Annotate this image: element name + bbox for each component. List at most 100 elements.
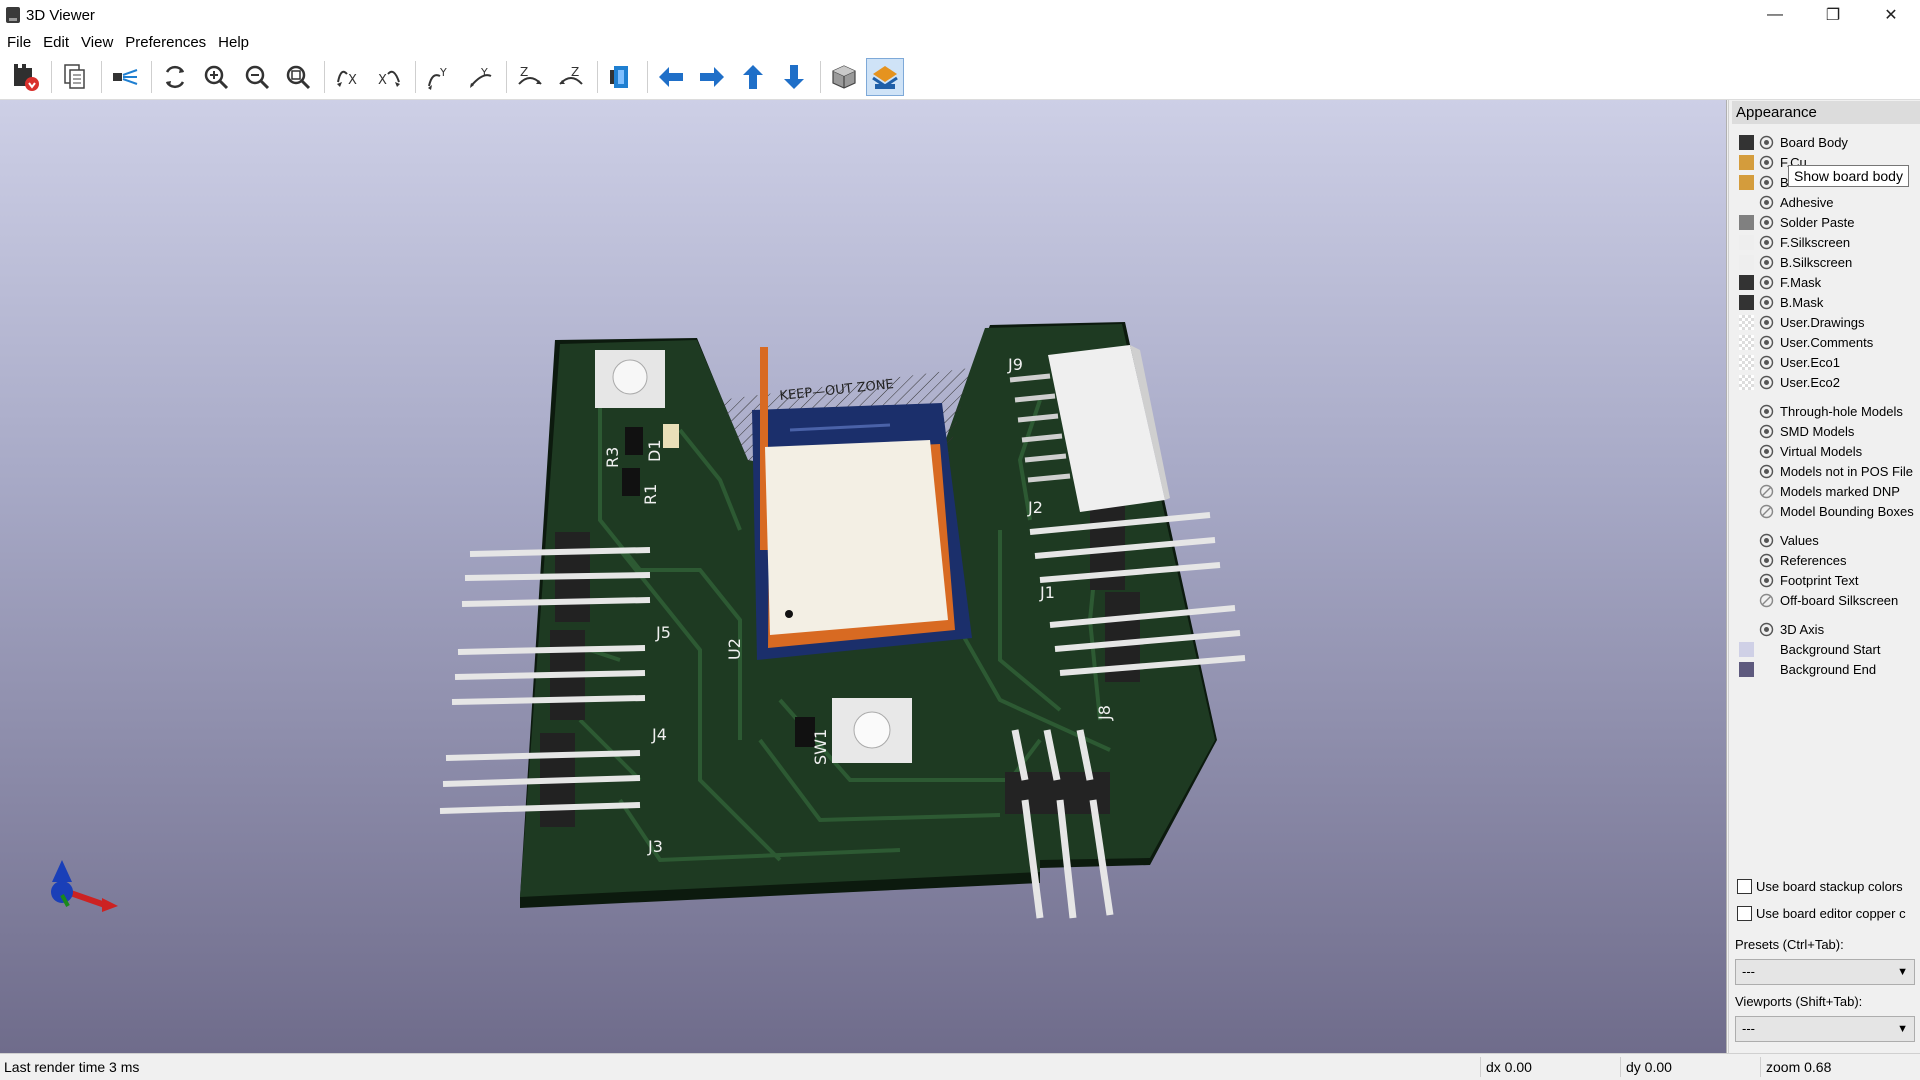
color-swatch[interactable] <box>1739 641 1754 657</box>
menu-view[interactable]: View <box>81 34 113 51</box>
color-swatch[interactable] <box>1739 195 1754 210</box>
text-values[interactable]: Values <box>1739 530 1819 550</box>
eye-icon[interactable] <box>1759 355 1774 370</box>
eye-icon[interactable] <box>1759 155 1774 170</box>
pan-right-icon[interactable] <box>693 58 731 96</box>
eye-icon[interactable] <box>1759 533 1774 548</box>
background-start[interactable]: Background Start <box>1739 639 1880 659</box>
zoom-in-icon[interactable] <box>197 58 235 96</box>
color-swatch[interactable] <box>1739 661 1754 677</box>
layer-user-comments[interactable]: User.Comments <box>1739 332 1873 352</box>
layer-solder-paste[interactable]: Solder Paste <box>1739 212 1854 232</box>
menu-preferences[interactable]: Preferences <box>125 34 206 51</box>
layer-b-mask[interactable]: B.Mask <box>1739 292 1823 312</box>
zoom-fit-icon[interactable] <box>279 58 317 96</box>
eye-icon[interactable] <box>1759 375 1774 390</box>
zoom-out-icon[interactable] <box>238 58 276 96</box>
eye-icon[interactable] <box>1759 315 1774 330</box>
color-swatch[interactable] <box>1739 354 1754 370</box>
layer-user-eco2[interactable]: User.Eco2 <box>1739 372 1840 392</box>
pan-left-icon[interactable] <box>652 58 690 96</box>
rotate-x-ccw-icon[interactable]: X <box>370 58 408 96</box>
color-swatch[interactable] <box>1739 294 1754 310</box>
checkbox[interactable] <box>1737 905 1752 921</box>
copy-image-icon[interactable] <box>56 58 94 96</box>
color-swatch[interactable] <box>1739 374 1754 390</box>
rotate-z-cw-icon[interactable]: Z <box>511 58 549 96</box>
eye-icon[interactable] <box>1759 444 1774 459</box>
layer-user-drawings[interactable]: User.Drawings <box>1739 312 1865 332</box>
menu-edit[interactable]: Edit <box>43 34 69 51</box>
viewports-select[interactable]: --- ▼ <box>1735 1016 1915 1042</box>
eye-icon[interactable] <box>1759 573 1774 588</box>
flip-board-icon[interactable] <box>602 58 640 96</box>
eye-icon[interactable] <box>1759 255 1774 270</box>
eye-off-icon[interactable] <box>1759 504 1774 519</box>
layer-adhesive[interactable]: Adhesive <box>1739 192 1833 212</box>
eye-off-icon[interactable] <box>1759 593 1774 608</box>
models-not-in-pos[interactable]: Models not in POS File <box>1739 461 1913 481</box>
eye-icon[interactable] <box>1759 135 1774 150</box>
3d-viewport[interactable]: KEEP—OUT ZONE R3 D1 R1 J5 J4 J3 U2 SW1 J… <box>0 100 1727 1053</box>
layer-user-eco1[interactable]: User.Eco1 <box>1739 352 1840 372</box>
layer-b-silkscreen[interactable]: B.Silkscreen <box>1739 252 1852 272</box>
color-swatch[interactable] <box>1739 214 1754 230</box>
text-footprint[interactable]: Footprint Text <box>1739 570 1859 590</box>
presets-select[interactable]: --- ▼ <box>1735 959 1915 985</box>
viewports-value: --- <box>1742 1021 1755 1036</box>
checkbox[interactable] <box>1737 878 1752 894</box>
color-swatch[interactable] <box>1739 254 1754 270</box>
use-editor-copper[interactable]: Use board editor copper c <box>1737 903 1906 923</box>
eye-icon[interactable] <box>1759 295 1774 310</box>
use-stackup-colors[interactable]: Use board stackup colors <box>1737 876 1903 896</box>
models-virtual[interactable]: Virtual Models <box>1739 441 1862 461</box>
eye-icon[interactable] <box>1759 424 1774 439</box>
text-references[interactable]: References <box>1739 550 1846 570</box>
layer-3d-axis[interactable]: 3D Axis <box>1739 619 1824 639</box>
color-swatch[interactable] <box>1739 234 1754 250</box>
color-swatch[interactable] <box>1739 174 1754 190</box>
toggle-ortho-icon[interactable] <box>825 58 863 96</box>
menu-help[interactable]: Help <box>218 34 249 51</box>
layers-manager-icon[interactable] <box>866 57 904 96</box>
close-button[interactable]: ✕ <box>1862 0 1920 30</box>
eye-icon[interactable] <box>1759 404 1774 419</box>
rotate-y-ccw-icon[interactable]: Y <box>461 58 499 96</box>
color-swatch[interactable] <box>1739 134 1754 150</box>
color-swatch[interactable] <box>1739 334 1754 350</box>
rotate-x-cw-icon[interactable]: X <box>329 58 367 96</box>
color-swatch[interactable] <box>1739 274 1754 290</box>
eye-icon[interactable] <box>1759 335 1774 350</box>
color-swatch[interactable] <box>1739 314 1754 330</box>
eye-icon[interactable] <box>1759 622 1774 637</box>
text-offboard-silk[interactable]: Off-board Silkscreen <box>1739 590 1898 610</box>
layer-board-body[interactable]: Board Body <box>1739 132 1848 152</box>
eye-off-icon[interactable] <box>1759 484 1774 499</box>
layer-f-mask[interactable]: F.Mask <box>1739 272 1821 292</box>
rotate-y-cw-icon[interactable]: Y <box>420 58 458 96</box>
raytracing-icon[interactable] <box>106 58 144 96</box>
color-swatch[interactable] <box>1739 154 1754 170</box>
models-through-hole[interactable]: Through-hole Models <box>1739 401 1903 421</box>
menu-file[interactable]: File <box>7 34 31 51</box>
layer-f-silkscreen[interactable]: F.Silkscreen <box>1739 232 1850 252</box>
restore-button[interactable]: ❐ <box>1804 0 1862 30</box>
eye-icon[interactable] <box>1759 175 1774 190</box>
pan-up-icon[interactable] <box>734 58 772 96</box>
pan-down-icon[interactable] <box>775 58 813 96</box>
rotate-z-ccw-icon[interactable]: Z <box>552 58 590 96</box>
eye-icon[interactable] <box>1759 195 1774 210</box>
models-dnp[interactable]: Models marked DNP <box>1739 481 1900 501</box>
models-bounding-boxes[interactable]: Model Bounding Boxes <box>1739 501 1914 521</box>
minimize-button[interactable]: — <box>1746 0 1804 30</box>
models-smd[interactable]: SMD Models <box>1739 421 1854 441</box>
eye-icon[interactable] <box>1759 553 1774 568</box>
layer-label: User.Eco2 <box>1780 374 1840 390</box>
background-end[interactable]: Background End <box>1739 659 1876 679</box>
eye-icon[interactable] <box>1759 215 1774 230</box>
eye-icon[interactable] <box>1759 275 1774 290</box>
redraw-icon[interactable] <box>156 58 194 96</box>
eye-icon[interactable] <box>1759 235 1774 250</box>
eye-icon[interactable] <box>1759 464 1774 479</box>
reload-board-icon[interactable] <box>6 58 44 96</box>
